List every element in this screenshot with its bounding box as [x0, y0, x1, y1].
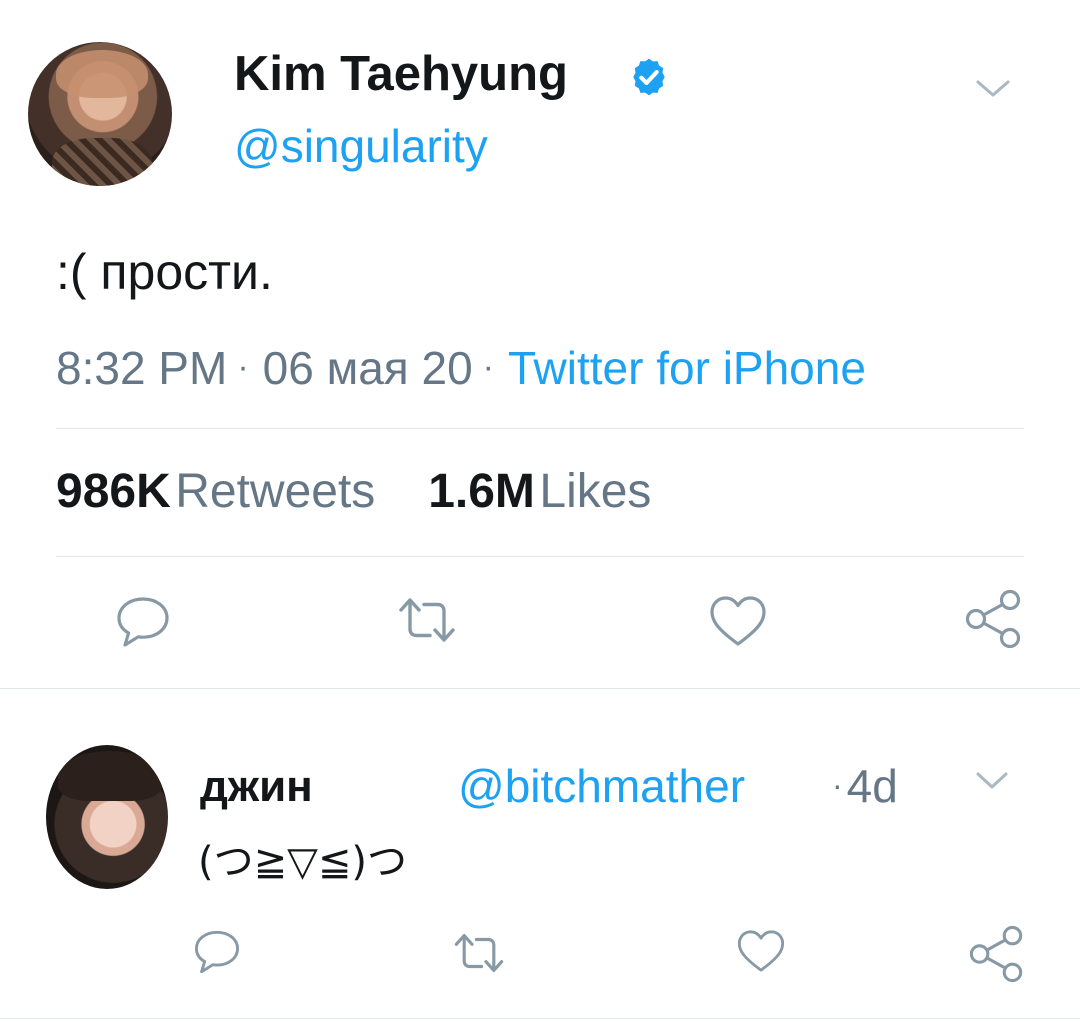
- reply-icon[interactable]: [114, 594, 172, 650]
- author-name[interactable]: Kim Taehyung: [234, 44, 568, 104]
- separator-dot: ·: [237, 348, 249, 386]
- tweet-source-link[interactable]: Twitter for iPhone: [508, 342, 866, 394]
- share-icon[interactable]: [964, 588, 1024, 650]
- divider: [56, 556, 1024, 557]
- tweet-meta: 8:32 PM · 06 мая 20 · Twitter for iPhone: [56, 336, 866, 405]
- divider: [56, 428, 1024, 429]
- separator-dot: ·: [482, 348, 494, 386]
- reply-age: 4d: [846, 760, 898, 812]
- retweet-icon[interactable]: [452, 930, 506, 976]
- verified-badge-icon: [628, 56, 670, 98]
- tweet-time: 8:32 PM: [56, 342, 228, 394]
- avatar-hair: [58, 751, 162, 801]
- retweet-icon[interactable]: [396, 594, 458, 646]
- reply-avatar[interactable]: [46, 745, 168, 889]
- tweet-stats: 986K Retweets 1.6M Likes: [56, 460, 651, 535]
- section-divider: [0, 688, 1080, 689]
- author-avatar[interactable]: [28, 42, 172, 186]
- reply-author-name[interactable]: джин: [200, 760, 313, 814]
- share-icon[interactable]: [968, 924, 1026, 984]
- section-divider: [0, 1018, 1080, 1019]
- reply-icon[interactable]: [192, 928, 242, 976]
- like-icon[interactable]: [736, 928, 786, 974]
- avatar-scarf: [52, 138, 152, 186]
- retweets-count[interactable]: 986K: [56, 465, 171, 518]
- chevron-down-icon[interactable]: [972, 74, 1014, 102]
- author-handle[interactable]: @singularity: [234, 118, 488, 174]
- tweet-text: :( прости.: [56, 244, 273, 300]
- chevron-down-icon[interactable]: [972, 768, 1012, 794]
- likes-label[interactable]: Likes: [539, 465, 651, 518]
- avatar-hair: [56, 50, 148, 98]
- retweets-label[interactable]: Retweets: [175, 465, 375, 518]
- tweet-date: 06 мая 20: [262, 342, 473, 394]
- separator-dot: ·: [832, 767, 843, 803]
- reply-timestamp: ·4d: [832, 758, 898, 819]
- likes-count[interactable]: 1.6M: [428, 465, 535, 518]
- reply-author-handle[interactable]: @bitchmather: [458, 758, 745, 814]
- reply-text: (つ≧▽≦)つ: [198, 839, 408, 885]
- like-icon[interactable]: [708, 594, 768, 648]
